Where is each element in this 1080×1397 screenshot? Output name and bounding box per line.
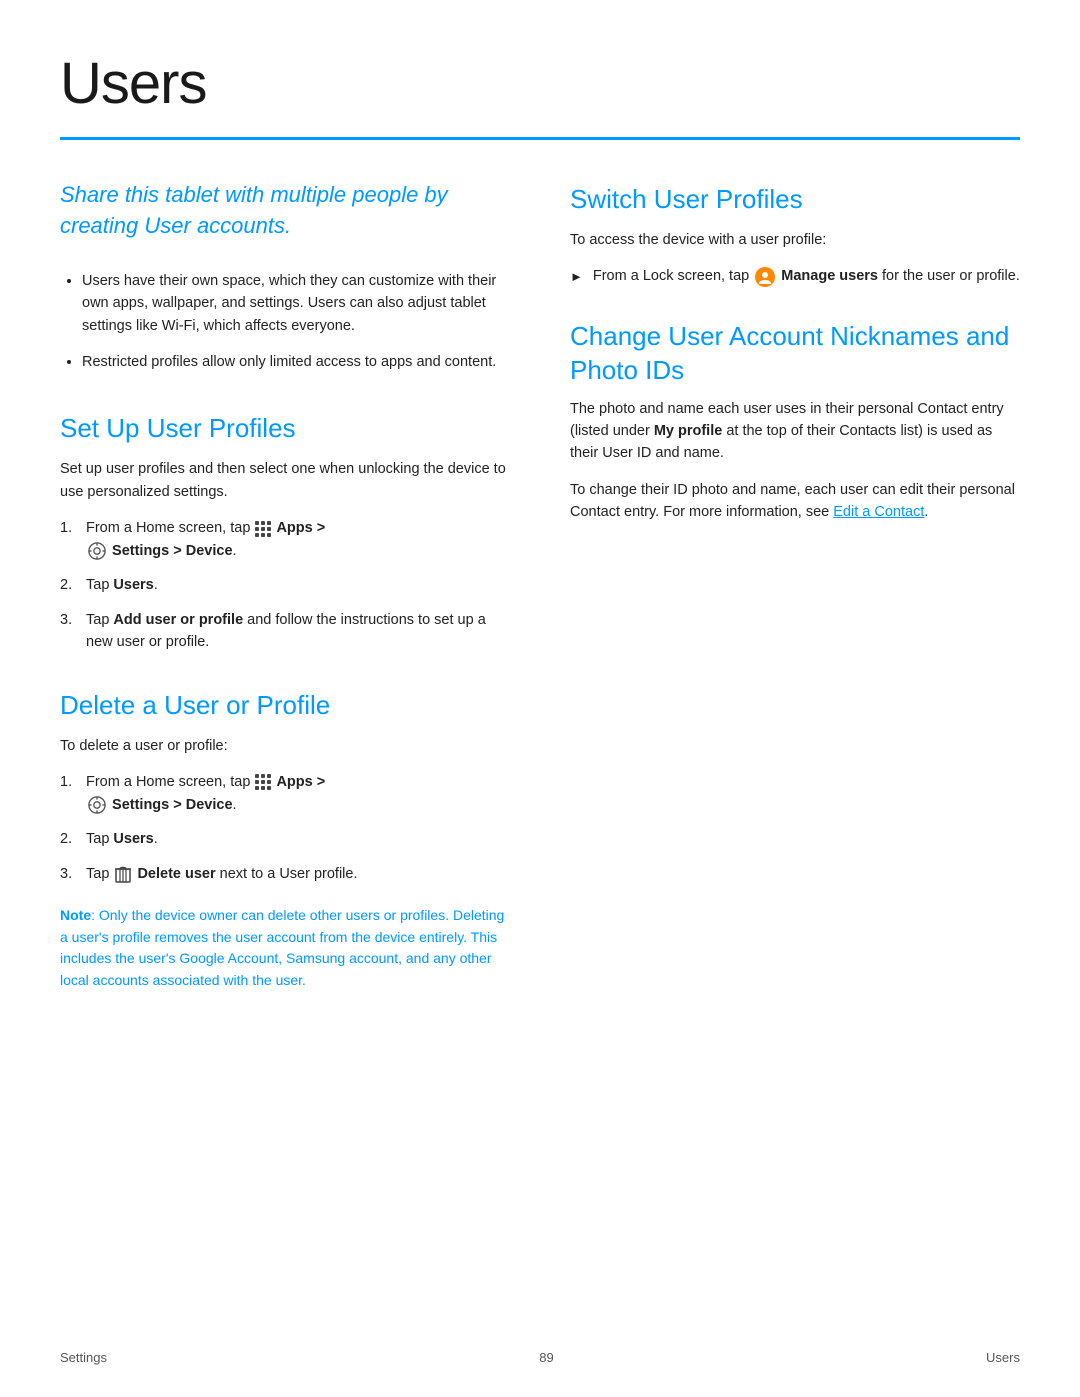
step-number: 1. [60,771,78,816]
list-item: Restricted profiles allow only limited a… [82,351,510,373]
step-text: Tap Users. [86,828,158,850]
title-divider [60,137,1020,140]
apps-grid-icon [255,774,271,790]
manage-users-icon [755,267,775,287]
switch-step: ► From a Lock screen, tap Manage users f… [570,265,1020,287]
apps-grid-icon [255,521,271,537]
left-column: Share this tablet with multiple people b… [60,180,510,1024]
set-up-steps-list: 1. From a Home screen, tap Apps > [60,517,510,653]
delete-profile-section: Delete a User or Profile To delete a use… [60,686,510,992]
delete-steps-list: 1. From a Home screen, tap Apps > [60,771,510,885]
delete-step-1: 1. From a Home screen, tap Apps > [60,771,510,816]
switch-profiles-section: Switch User Profiles To access the devic… [570,180,1020,288]
change-account-section: Change User Account Nicknames and Photo … [570,320,1020,524]
change-account-body1: The photo and name each user uses in the… [570,398,1020,465]
delete-step-3: 3. Tap Delete user next to [60,863,510,885]
list-item: Users have their own space, which they c… [82,270,510,337]
step-text: Tap Users. [86,574,158,596]
edit-contact-link[interactable]: Edit a Contact [833,504,924,520]
set-up-profiles-title: Set Up User Profiles [60,409,510,448]
set-up-step-3: 3. Tap Add user or profile and follow th… [60,609,510,654]
step-text: Tap Add user or profile and follow the i… [86,609,510,654]
step-number: 1. [60,517,78,562]
switch-step-text: From a Lock screen, tap Manage users for… [593,265,1020,287]
footer-left: Settings [60,1348,107,1368]
step-number: 3. [60,863,78,885]
page-title: Users [60,40,1020,127]
settings-icon [88,542,106,560]
footer-right: Users [986,1348,1020,1368]
step-number: 3. [60,609,78,654]
delete-profile-body: To delete a user or profile: [60,735,510,757]
set-up-profiles-section: Set Up User Profiles Set up user profile… [60,409,510,653]
switch-profiles-title: Switch User Profiles [570,180,1020,219]
set-up-profiles-body: Set up user profiles and then select one… [60,458,510,503]
step-text: Tap Delete user next to a User profile. [86,863,357,885]
settings-icon [88,796,106,814]
page-footer: Settings 89 Users [0,1348,1080,1368]
note-text: NoteNote: Only the device owner can dele… [60,905,510,992]
step-text: From a Home screen, tap Apps > [86,771,325,816]
intro-text: Share this tablet with multiple people b… [60,180,510,242]
delete-step-2: 2. Tap Users. [60,828,510,850]
trash-icon [115,865,131,883]
arrow-bullet: ► [570,267,583,287]
change-account-title: Change User Account Nicknames and Photo … [570,320,1020,388]
step-number: 2. [60,828,78,850]
change-account-body2: To change their ID photo and name, each … [570,479,1020,524]
step-number: 2. [60,574,78,596]
footer-center: 89 [539,1348,553,1368]
set-up-step-2: 2. Tap Users. [60,574,510,596]
delete-profile-title: Delete a User or Profile [60,686,510,725]
right-column: Switch User Profiles To access the devic… [570,180,1020,1024]
set-up-step-1: 1. From a Home screen, tap Apps > [60,517,510,562]
switch-profiles-body: To access the device with a user profile… [570,229,1020,251]
step-text: From a Home screen, tap Apps > [86,517,325,562]
features-list: Users have their own space, which they c… [60,270,510,374]
